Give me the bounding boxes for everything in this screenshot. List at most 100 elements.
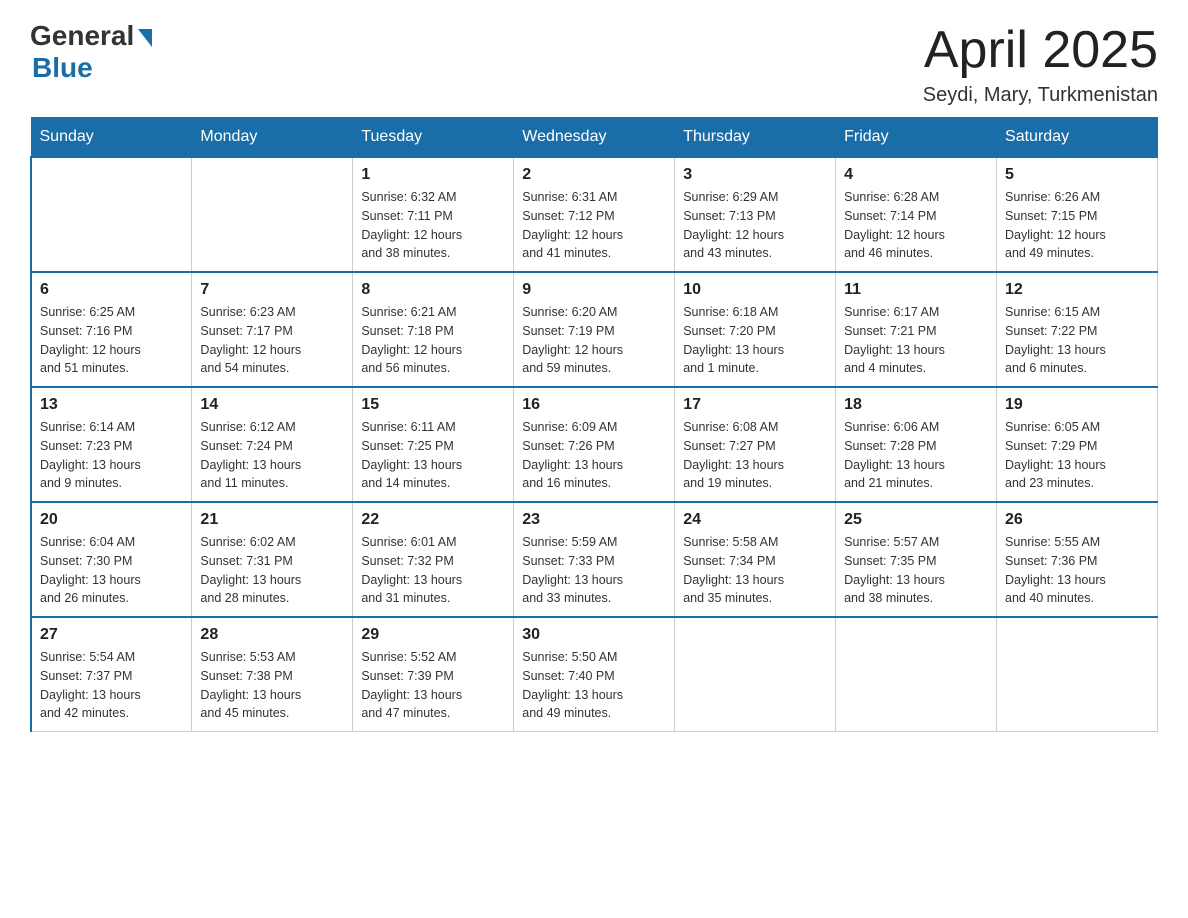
day-info: Sunrise: 5:57 AM Sunset: 7:35 PM Dayligh… <box>844 533 988 608</box>
calendar-cell: 27 Sunrise: 5:54 AM Sunset: 7:37 PM Dayli… <box>31 617 192 732</box>
calendar-cell: 17Sunrise: 6:08 AM Sunset: 7:27 PM Dayli… <box>675 387 836 502</box>
calendar-cell: 6 Sunrise: 6:25 AM Sunset: 7:16 PM Daylig… <box>31 272 192 387</box>
day-number: 27 <box>40 626 183 644</box>
day-info: Sunrise: 6:06 AM Sunset: 7:28 PM Dayligh… <box>844 418 988 493</box>
calendar-cell: 10Sunrise: 6:18 AM Sunset: 7:20 PM Dayli… <box>675 272 836 387</box>
logo-arrow-icon <box>138 29 152 47</box>
calendar-cell <box>675 617 836 732</box>
calendar-cell: 18 Sunrise: 6:06 AM Sunset: 7:28 PM Dayli… <box>836 387 997 502</box>
day-info: Sunrise: 6:31 AM Sunset: 7:12 PM Dayligh… <box>522 188 666 263</box>
day-number: 22 <box>361 511 505 529</box>
day-info: Sunrise: 5:53 AM Sunset: 7:38 PM Dayligh… <box>200 648 344 723</box>
day-info: Sunrise: 6:11 AM Sunset: 7:25 PM Dayligh… <box>361 418 505 493</box>
day-info: Sunrise: 5:54 AM Sunset: 7:37 PM Dayligh… <box>40 648 183 723</box>
calendar-cell <box>192 157 353 272</box>
day-number: 24 <box>683 511 827 529</box>
calendar-cell: 20 Sunrise: 6:04 AM Sunset: 7:30 PM Dayli… <box>31 502 192 617</box>
day-number: 4 <box>844 166 988 184</box>
calendar-week-row: 1Sunrise: 6:32 AM Sunset: 7:11 PM Daylig… <box>31 157 1158 272</box>
day-info: Sunrise: 6:08 AM Sunset: 7:27 PM Dayligh… <box>683 418 827 493</box>
calendar-cell: 30 Sunrise: 5:50 AM Sunset: 7:40 PM Dayli… <box>514 617 675 732</box>
day-number: 21 <box>200 511 344 529</box>
calendar-week-row: 6 Sunrise: 6:25 AM Sunset: 7:16 PM Daylig… <box>31 272 1158 387</box>
calendar-cell: 8 Sunrise: 6:21 AM Sunset: 7:18 PM Daylig… <box>353 272 514 387</box>
calendar-cell: 26 Sunrise: 5:55 AM Sunset: 7:36 PM Dayli… <box>997 502 1158 617</box>
calendar-cell: 13Sunrise: 6:14 AM Sunset: 7:23 PM Dayli… <box>31 387 192 502</box>
day-info: Sunrise: 6:09 AM Sunset: 7:26 PM Dayligh… <box>522 418 666 493</box>
day-info: Sunrise: 5:50 AM Sunset: 7:40 PM Dayligh… <box>522 648 666 723</box>
day-number: 12 <box>1005 281 1149 299</box>
day-info: Sunrise: 6:26 AM Sunset: 7:15 PM Dayligh… <box>1005 188 1149 263</box>
day-number: 3 <box>683 166 827 184</box>
day-info: Sunrise: 5:55 AM Sunset: 7:36 PM Dayligh… <box>1005 533 1149 608</box>
day-number: 29 <box>361 626 505 644</box>
day-info: Sunrise: 6:28 AM Sunset: 7:14 PM Dayligh… <box>844 188 988 263</box>
day-info: Sunrise: 6:12 AM Sunset: 7:24 PM Dayligh… <box>200 418 344 493</box>
day-number: 7 <box>200 281 344 299</box>
month-title: April 2025 <box>923 20 1158 80</box>
title-area: April 2025 Seydi, Mary, Turkmenistan <box>923 20 1158 107</box>
logo: General Blue <box>30 20 152 84</box>
day-info: Sunrise: 5:59 AM Sunset: 7:33 PM Dayligh… <box>522 533 666 608</box>
calendar-cell: 3 Sunrise: 6:29 AM Sunset: 7:13 PM Daylig… <box>675 157 836 272</box>
day-number: 20 <box>40 511 183 529</box>
calendar-cell <box>997 617 1158 732</box>
day-info: Sunrise: 6:05 AM Sunset: 7:29 PM Dayligh… <box>1005 418 1149 493</box>
calendar-week-row: 27 Sunrise: 5:54 AM Sunset: 7:37 PM Dayli… <box>31 617 1158 732</box>
day-info: Sunrise: 6:17 AM Sunset: 7:21 PM Dayligh… <box>844 303 988 378</box>
calendar-cell: 29 Sunrise: 5:52 AM Sunset: 7:39 PM Dayli… <box>353 617 514 732</box>
day-info: Sunrise: 5:58 AM Sunset: 7:34 PM Dayligh… <box>683 533 827 608</box>
calendar-header-thursday: Thursday <box>675 118 836 158</box>
day-number: 30 <box>522 626 666 644</box>
calendar-header-sunday: Sunday <box>31 118 192 158</box>
calendar-cell: 9Sunrise: 6:20 AM Sunset: 7:19 PM Daylig… <box>514 272 675 387</box>
day-number: 26 <box>1005 511 1149 529</box>
day-info: Sunrise: 5:52 AM Sunset: 7:39 PM Dayligh… <box>361 648 505 723</box>
day-info: Sunrise: 6:04 AM Sunset: 7:30 PM Dayligh… <box>40 533 183 608</box>
calendar-cell: 23 Sunrise: 5:59 AM Sunset: 7:33 PM Dayli… <box>514 502 675 617</box>
day-info: Sunrise: 6:29 AM Sunset: 7:13 PM Dayligh… <box>683 188 827 263</box>
logo-general-text: General <box>30 20 134 52</box>
day-number: 11 <box>844 281 988 299</box>
day-number: 5 <box>1005 166 1149 184</box>
calendar-cell: 11 Sunrise: 6:17 AM Sunset: 7:21 PM Dayli… <box>836 272 997 387</box>
day-info: Sunrise: 6:01 AM Sunset: 7:32 PM Dayligh… <box>361 533 505 608</box>
calendar-cell: 2 Sunrise: 6:31 AM Sunset: 7:12 PM Daylig… <box>514 157 675 272</box>
day-info: Sunrise: 6:21 AM Sunset: 7:18 PM Dayligh… <box>361 303 505 378</box>
day-number: 15 <box>361 396 505 414</box>
calendar-header-row: SundayMondayTuesdayWednesdayThursdayFrid… <box>31 118 1158 158</box>
calendar-cell: 24 Sunrise: 5:58 AM Sunset: 7:34 PM Dayli… <box>675 502 836 617</box>
calendar-cell: 15 Sunrise: 6:11 AM Sunset: 7:25 PM Dayli… <box>353 387 514 502</box>
calendar-cell: 25 Sunrise: 5:57 AM Sunset: 7:35 PM Dayli… <box>836 502 997 617</box>
calendar-table: SundayMondayTuesdayWednesdayThursdayFrid… <box>30 117 1158 732</box>
day-number: 6 <box>40 281 183 299</box>
calendar-cell: 19Sunrise: 6:05 AM Sunset: 7:29 PM Dayli… <box>997 387 1158 502</box>
calendar-cell: 21 Sunrise: 6:02 AM Sunset: 7:31 PM Dayli… <box>192 502 353 617</box>
calendar-cell: 14 Sunrise: 6:12 AM Sunset: 7:24 PM Dayli… <box>192 387 353 502</box>
calendar-week-row: 13Sunrise: 6:14 AM Sunset: 7:23 PM Dayli… <box>31 387 1158 502</box>
calendar-cell <box>31 157 192 272</box>
day-number: 25 <box>844 511 988 529</box>
day-number: 2 <box>522 166 666 184</box>
location-subtitle: Seydi, Mary, Turkmenistan <box>923 84 1158 107</box>
calendar-week-row: 20 Sunrise: 6:04 AM Sunset: 7:30 PM Dayli… <box>31 502 1158 617</box>
day-number: 16 <box>522 396 666 414</box>
calendar-cell: 1Sunrise: 6:32 AM Sunset: 7:11 PM Daylig… <box>353 157 514 272</box>
calendar-header-friday: Friday <box>836 118 997 158</box>
day-info: Sunrise: 6:25 AM Sunset: 7:16 PM Dayligh… <box>40 303 183 378</box>
page-header: General Blue April 2025 Seydi, Mary, Tur… <box>30 20 1158 107</box>
day-info: Sunrise: 6:14 AM Sunset: 7:23 PM Dayligh… <box>40 418 183 493</box>
day-info: Sunrise: 6:18 AM Sunset: 7:20 PM Dayligh… <box>683 303 827 378</box>
calendar-cell: 22 Sunrise: 6:01 AM Sunset: 7:32 PM Dayli… <box>353 502 514 617</box>
calendar-header-saturday: Saturday <box>997 118 1158 158</box>
calendar-cell: 4 Sunrise: 6:28 AM Sunset: 7:14 PM Daylig… <box>836 157 997 272</box>
day-number: 18 <box>844 396 988 414</box>
day-number: 8 <box>361 281 505 299</box>
day-number: 1 <box>361 166 505 184</box>
calendar-cell: 28Sunrise: 5:53 AM Sunset: 7:38 PM Dayli… <box>192 617 353 732</box>
day-info: Sunrise: 6:15 AM Sunset: 7:22 PM Dayligh… <box>1005 303 1149 378</box>
calendar-header-wednesday: Wednesday <box>514 118 675 158</box>
day-number: 14 <box>200 396 344 414</box>
day-info: Sunrise: 6:02 AM Sunset: 7:31 PM Dayligh… <box>200 533 344 608</box>
day-number: 23 <box>522 511 666 529</box>
